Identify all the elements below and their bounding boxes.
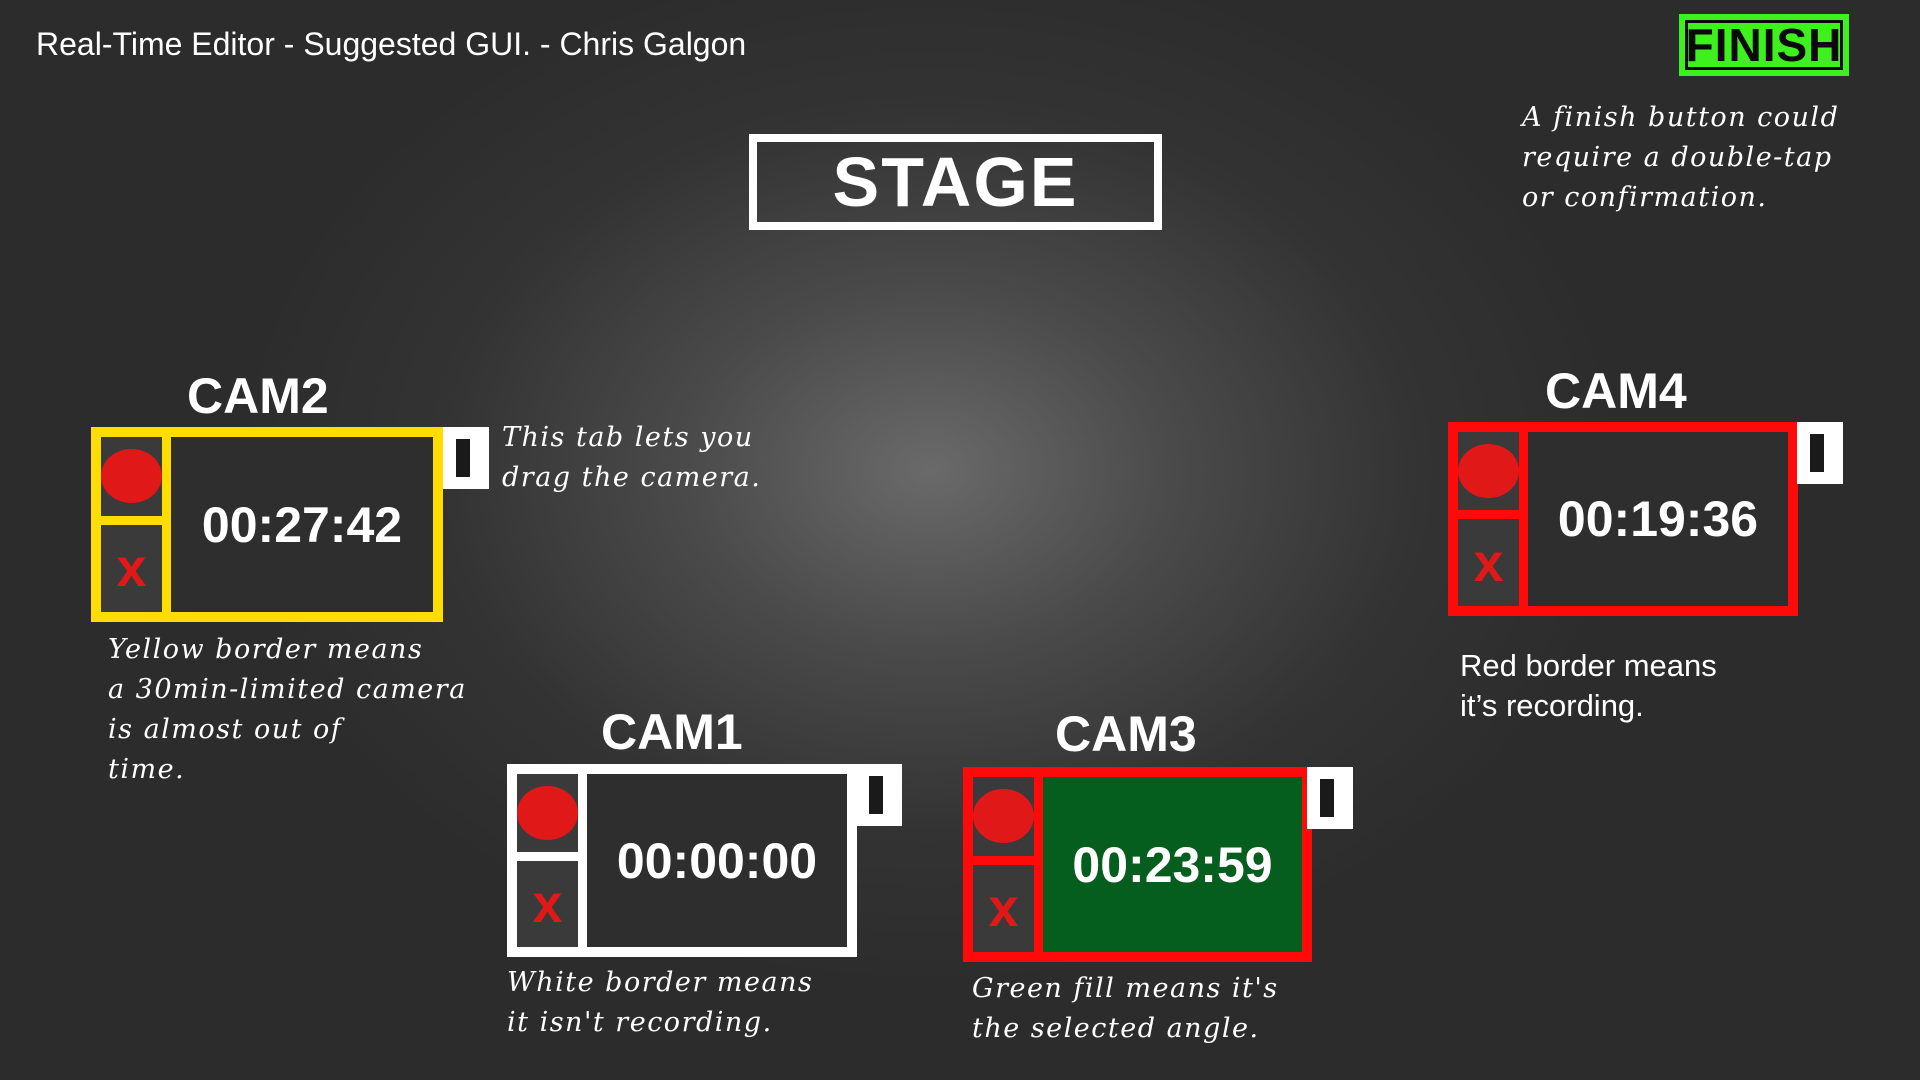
red-border-note: Red border means it’s recording. bbox=[1460, 646, 1717, 726]
camera-timer: 00:23:59 bbox=[1043, 777, 1302, 952]
yellow-border-note-line: a 30min-limited camera bbox=[108, 674, 467, 705]
finish-note: A finish button could require a double-t… bbox=[1522, 98, 1839, 218]
record-button[interactable] bbox=[973, 777, 1034, 865]
camera-panel-cam3[interactable]: x 00:23:59 bbox=[963, 767, 1312, 962]
record-dot-icon bbox=[973, 789, 1034, 844]
finish-button[interactable]: FINISH bbox=[1679, 14, 1849, 76]
app-title: Real-Time Editor - Suggested GUI. - Chri… bbox=[36, 26, 747, 62]
delete-x-icon: x bbox=[1473, 532, 1504, 593]
green-fill-note-line: the selected angle. bbox=[972, 1013, 1260, 1044]
finish-button-label: FINISH bbox=[1685, 19, 1843, 71]
record-dot-icon bbox=[517, 785, 578, 840]
drag-handle-icon bbox=[1810, 434, 1824, 472]
yellow-border-note-line: is almost out of bbox=[108, 714, 343, 745]
white-border-note-line: it isn't recording. bbox=[507, 1007, 773, 1038]
green-fill-note-line: Green fill means it's bbox=[972, 973, 1279, 1004]
drag-tab-cam4[interactable] bbox=[1797, 422, 1843, 484]
cam3-label: CAM3 bbox=[1055, 706, 1197, 762]
cam1-label: CAM1 bbox=[601, 704, 743, 760]
delete-button[interactable]: x bbox=[101, 524, 162, 612]
camera-timer: 00:00:00 bbox=[616, 832, 818, 889]
drag-handle-icon bbox=[456, 439, 470, 477]
delete-x-icon: x bbox=[988, 878, 1019, 939]
camera-controls: x bbox=[517, 774, 587, 947]
camera-controls: x bbox=[101, 437, 171, 612]
drag-tab-note-line: This tab lets you bbox=[502, 422, 754, 453]
delete-button[interactable]: x bbox=[973, 864, 1034, 952]
yellow-border-note-line: time. bbox=[108, 754, 186, 785]
camera-timer: 00:27:42 bbox=[201, 496, 403, 553]
delete-x-icon: x bbox=[532, 873, 563, 934]
record-dot-icon bbox=[1458, 444, 1519, 498]
cam4-label: CAM4 bbox=[1545, 363, 1687, 419]
drag-handle-icon bbox=[869, 776, 883, 814]
drag-handle-icon bbox=[1320, 779, 1334, 817]
stage-box: STAGE bbox=[749, 134, 1162, 230]
green-fill-note: Green fill means it's the selected angle… bbox=[972, 969, 1279, 1049]
record-button[interactable] bbox=[101, 437, 162, 525]
record-button[interactable] bbox=[517, 774, 578, 861]
drag-tab-cam3[interactable] bbox=[1307, 767, 1353, 829]
camera-panel-cam4[interactable]: x 00:19:36 bbox=[1448, 422, 1798, 616]
camera-timer: 00:19:36 bbox=[1557, 491, 1759, 547]
red-border-note-line: Red border means bbox=[1460, 648, 1717, 683]
delete-button[interactable]: x bbox=[1458, 519, 1519, 606]
white-border-note: White border means it isn't recording. bbox=[507, 963, 813, 1043]
delete-x-icon: x bbox=[116, 538, 147, 599]
drag-tab-cam2[interactable] bbox=[443, 427, 489, 489]
finish-note-line: A finish button could bbox=[1522, 102, 1840, 133]
finish-note-line: require a double-tap bbox=[1522, 142, 1833, 173]
drag-tab-cam1[interactable] bbox=[856, 764, 902, 826]
record-button[interactable] bbox=[1458, 432, 1519, 519]
record-dot-icon bbox=[101, 449, 162, 504]
drag-tab-note: This tab lets you drag the camera. bbox=[502, 418, 761, 498]
camera-panel-cam1[interactable]: x 00:00:00 bbox=[507, 764, 857, 957]
camera-controls: x bbox=[1458, 432, 1528, 606]
red-border-note-line: it’s recording. bbox=[1460, 688, 1644, 723]
white-border-note-line: White border means bbox=[507, 967, 814, 998]
finish-note-line: or confirmation. bbox=[1522, 182, 1768, 213]
cam2-label: CAM2 bbox=[187, 368, 329, 424]
camera-controls: x bbox=[973, 777, 1043, 952]
drag-tab-note-line: drag the camera. bbox=[502, 462, 762, 493]
yellow-border-note: Yellow border means a 30min-limited came… bbox=[108, 630, 467, 790]
yellow-border-note-line: Yellow border means bbox=[108, 634, 424, 665]
delete-button[interactable]: x bbox=[517, 860, 578, 947]
camera-panel-cam2[interactable]: x 00:27:42 bbox=[91, 427, 443, 622]
